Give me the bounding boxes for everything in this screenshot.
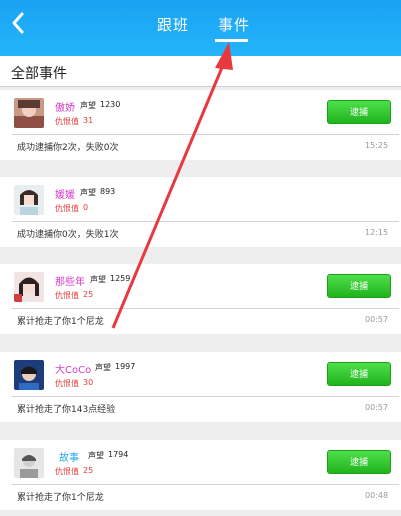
reputation-value: 1230 <box>100 100 121 109</box>
event-time: 00:57 <box>365 315 389 324</box>
section-title: 全部事件 <box>11 66 67 82</box>
reputation-label: 声望 <box>90 275 106 284</box>
event-card: 那些年 声望 1259 仇恨值 25 逮捕 累计抢走了你1个尼龙 00:57 <box>0 264 401 334</box>
user-name[interactable]: 故事 <box>59 449 79 464</box>
hate-label: 仇恨值 <box>55 117 79 126</box>
reputation-label: 声望 <box>95 363 111 372</box>
event-description: 累计抢走了你1个尼龙 <box>17 317 104 327</box>
event-time: 12:15 <box>365 228 389 237</box>
event-card: 媛媛 声望 893 仇恨值 0 成功逮捕你0次，失败1次 12:15 <box>0 177 401 247</box>
hate-label: 仇恨值 <box>55 291 79 300</box>
tab-followers[interactable]: 跟班 <box>157 14 189 35</box>
avatar[interactable] <box>14 185 44 215</box>
avatar[interactable] <box>14 360 44 390</box>
reputation-value: 893 <box>100 187 116 196</box>
divider <box>12 221 399 222</box>
divider <box>12 134 399 135</box>
event-time: 15:25 <box>365 141 389 150</box>
user-name[interactable]: 傲娇 <box>55 99 75 114</box>
divider <box>12 484 399 485</box>
active-tab-indicator <box>215 39 248 42</box>
reputation-value: 1997 <box>115 362 136 371</box>
hate-value: 25 <box>83 290 94 299</box>
reputation-value: 1259 <box>110 274 131 283</box>
user-name[interactable]: 媛媛 <box>55 186 75 201</box>
event-description: 累计抢走了你1个尼龙 <box>17 493 104 503</box>
hate-value: 30 <box>83 378 94 387</box>
reputation-value: 1794 <box>108 450 129 459</box>
event-time: 00:57 <box>365 403 389 412</box>
catch-button[interactable]: 逮捕 <box>327 274 391 298</box>
reputation-label: 声望 <box>80 101 96 110</box>
avatar[interactable] <box>14 272 44 302</box>
reputation-label: 声望 <box>88 451 104 460</box>
catch-button[interactable]: 逮捕 <box>327 450 391 474</box>
hate-label: 仇恨值 <box>55 204 79 213</box>
divider <box>12 396 399 397</box>
user-name[interactable]: 那些年 <box>55 273 85 288</box>
app-header: 跟班 事件 <box>0 0 401 56</box>
catch-button[interactable]: 逮捕 <box>327 362 391 386</box>
hate-value: 0 <box>83 203 89 212</box>
divider <box>12 308 399 309</box>
event-description: 成功逮捕你0次，失败1次 <box>17 230 119 240</box>
avatar[interactable] <box>14 448 44 478</box>
event-card: 傲娇 声望 1230 仇恨值 31 逮捕 成功逮捕你2次，失败0次 15:25 <box>0 90 401 160</box>
avatar[interactable] <box>14 98 44 128</box>
user-name[interactable]: 大CoCo <box>55 361 91 376</box>
reputation-label: 声望 <box>80 188 96 197</box>
section-header: 全部事件 <box>0 56 401 87</box>
tab-events[interactable]: 事件 <box>218 14 250 35</box>
hate-label: 仇恨值 <box>55 379 79 388</box>
event-description: 成功逮捕你2次，失败0次 <box>17 143 119 153</box>
hate-value: 25 <box>83 466 94 475</box>
event-description: 累计抢走了你143点经验 <box>17 405 116 415</box>
event-time: 00:48 <box>365 491 389 500</box>
back-arrow-icon[interactable] <box>6 10 32 36</box>
catch-button[interactable]: 逮捕 <box>327 100 391 124</box>
event-card: 大CoCo 声望 1997 仇恨值 30 逮捕 累计抢走了你143点经验 00:… <box>0 352 401 422</box>
hate-label: 仇恨值 <box>55 467 79 476</box>
event-card: 故事 声望 1794 仇恨值 25 逮捕 累计抢走了你1个尼龙 00:48 <box>0 440 401 510</box>
hate-value: 31 <box>83 116 94 125</box>
